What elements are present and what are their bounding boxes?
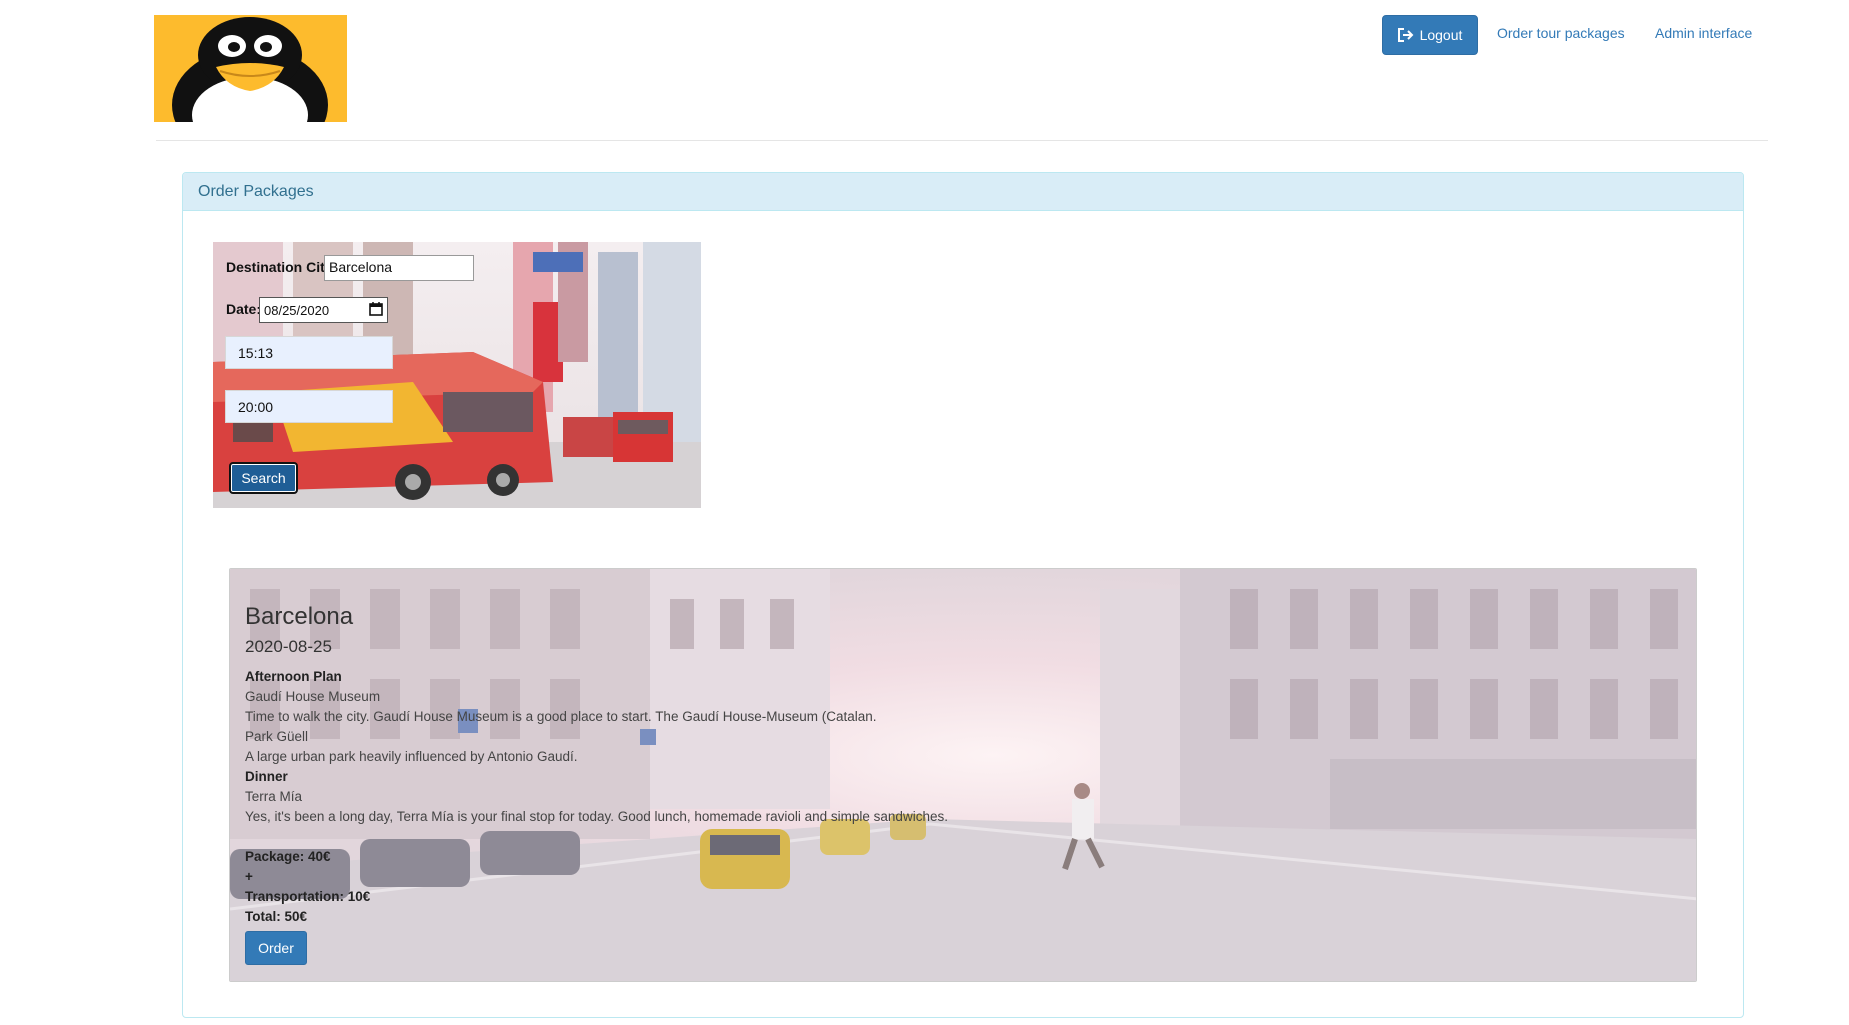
date-input[interactable]: 08/25/2020 [259, 297, 388, 323]
dinner-name: Terra Mía [245, 789, 303, 804]
package-result-card: Barcelona 2020-08-25 Afternoon Plan Gaud… [229, 568, 1697, 982]
end-time-input[interactable]: 20:00 [225, 390, 393, 423]
calendar-icon[interactable] [369, 301, 383, 319]
destination-city-input[interactable]: Barcelona [324, 255, 474, 281]
logout-icon [1397, 28, 1414, 42]
total-price: Total: 50€ [245, 909, 308, 924]
date-value: 08/25/2020 [264, 302, 330, 318]
result-city: Barcelona [245, 603, 354, 630]
logout-label: Logout [1419, 27, 1463, 43]
search-form: Destination City: Barcelona Date: 08/25/… [213, 242, 701, 508]
stop2-description: A large urban park heavily influenced by… [245, 749, 578, 764]
tux-penguin-logo [154, 15, 347, 122]
package-price: Package: 40€ [245, 849, 331, 864]
order-packages-panel: Order Packages Destination City: Barcelo… [182, 172, 1744, 1018]
order-tour-packages-link[interactable]: Order tour packages [1497, 25, 1625, 41]
date-label: Date: [226, 301, 262, 317]
stop2-name: Park Güell [245, 729, 309, 744]
transportation-price: Transportation: 10€ [245, 889, 371, 904]
order-button[interactable]: Order [245, 931, 307, 965]
dinner-heading: Dinner [245, 769, 288, 784]
afternoon-plan-heading: Afternoon Plan [245, 669, 342, 684]
panel-title: Order Packages [183, 173, 1743, 211]
stop1-description: Time to walk the city. Gaudí House Museu… [245, 709, 877, 724]
admin-interface-link[interactable]: Admin interface [1655, 25, 1752, 41]
result-date: 2020-08-25 [245, 637, 332, 656]
dinner-description: Yes, it's been a long day, Terra Mía is … [245, 809, 948, 824]
search-button[interactable]: Search [229, 462, 298, 494]
destination-city-label: Destination City: [226, 259, 338, 275]
stop1-name: Gaudí House Museum [245, 689, 381, 704]
header-divider [156, 140, 1768, 141]
logout-button[interactable]: Logout [1382, 15, 1478, 55]
start-time-input[interactable]: 15:13 [225, 336, 393, 369]
package-details: Barcelona 2020-08-25 Afternoon Plan Gaud… [245, 603, 948, 965]
plus-sign: + [245, 869, 253, 884]
